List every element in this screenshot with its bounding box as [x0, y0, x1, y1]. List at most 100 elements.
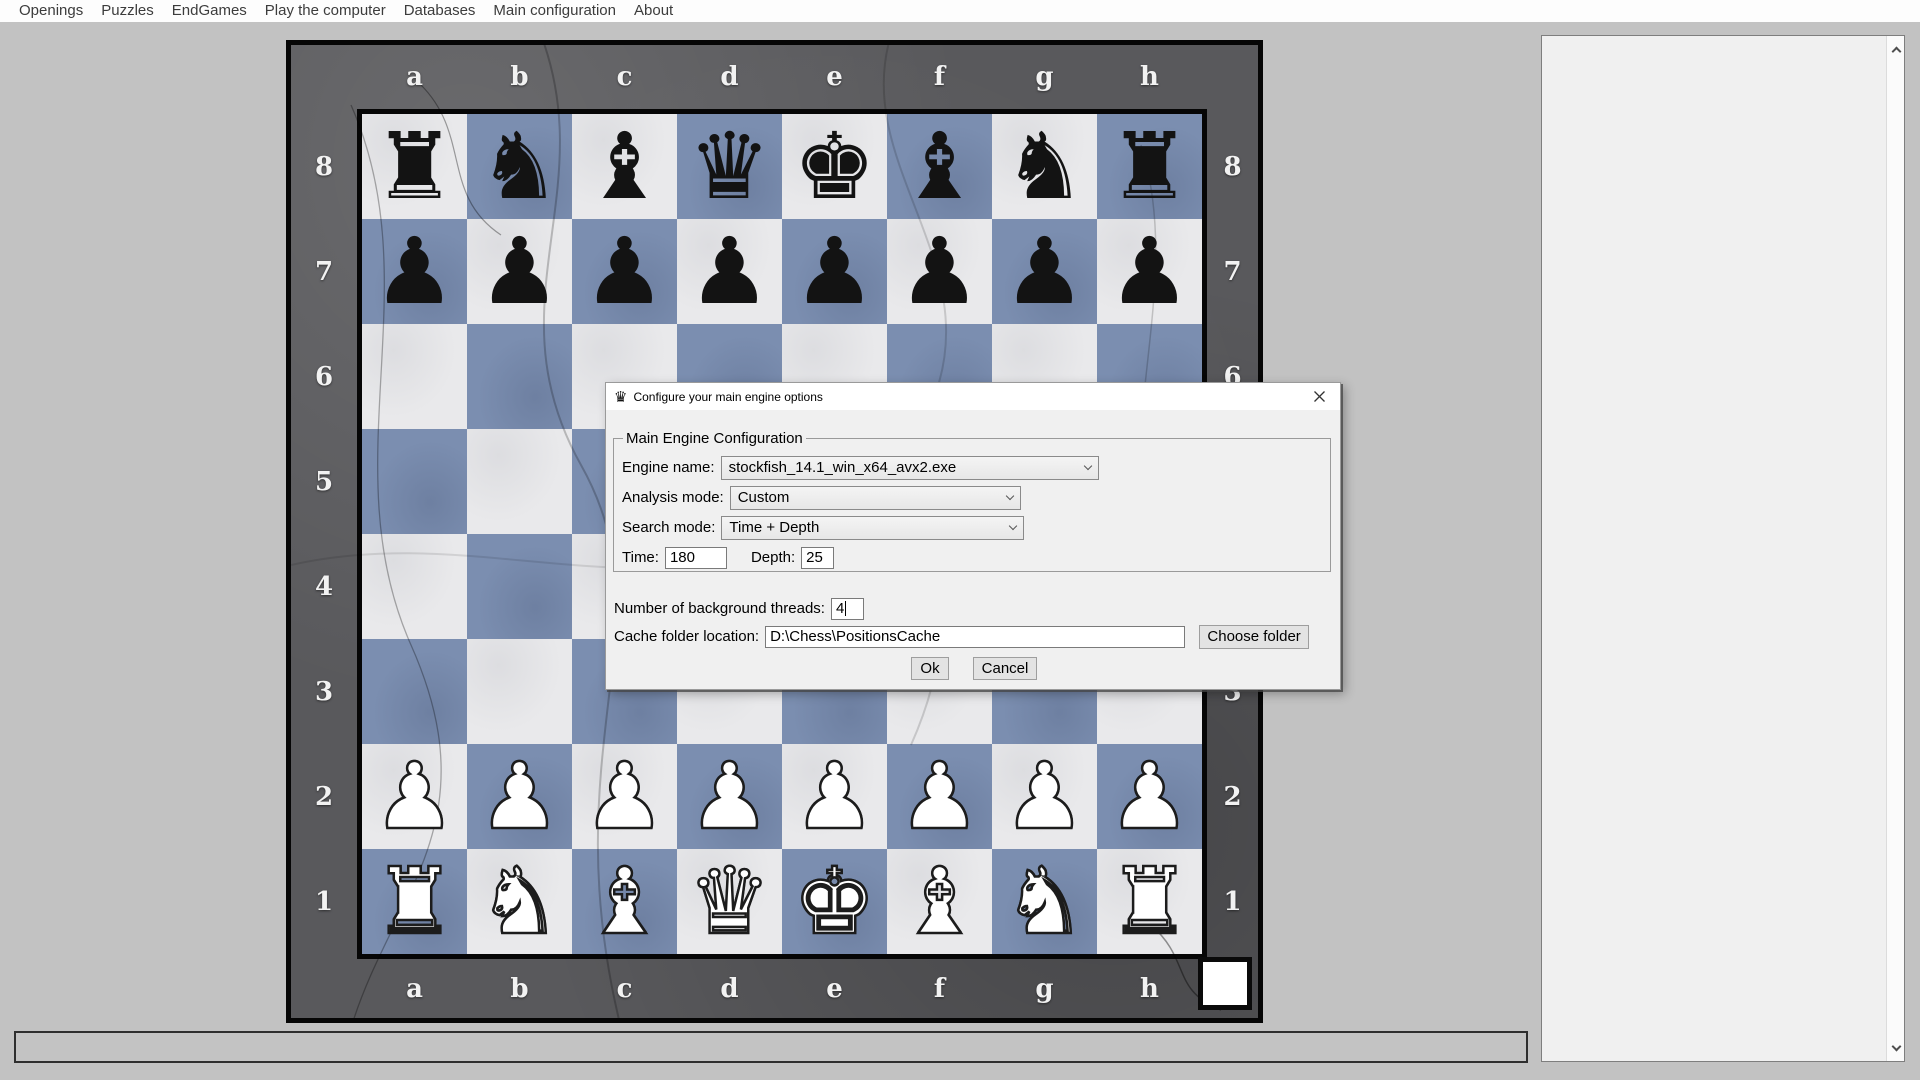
piece-black-pawn: ♟	[688, 219, 770, 324]
menu-item-play-the-computer[interactable]: Play the computer	[256, 0, 395, 22]
square-g8[interactable]: ♞	[992, 114, 1097, 219]
menu-item-databases[interactable]: Databases	[395, 0, 485, 22]
choose-folder-button[interactable]: Choose folder	[1199, 625, 1309, 649]
file-label-f: f	[887, 959, 992, 1018]
square-g2[interactable]: ♟	[992, 744, 1097, 849]
menu-item-endgames[interactable]: EndGames	[163, 0, 256, 22]
square-b2[interactable]: ♟	[467, 744, 572, 849]
threads-value: 4	[836, 600, 844, 617]
square-g1[interactable]: ♞	[992, 849, 1097, 954]
threads-input[interactable]: 4	[831, 598, 864, 620]
square-a3[interactable]	[362, 639, 467, 744]
analysis-mode-row: Analysis mode: Custom	[622, 485, 1322, 510]
cache-folder-input[interactable]: D:\Chess\PositionsCache	[765, 626, 1185, 648]
piece-black-pawn: ♟	[478, 219, 560, 324]
rank-label-1: 1	[291, 849, 357, 954]
time-depth-row: Time: 180 Depth: 25	[622, 545, 1322, 570]
square-b7[interactable]: ♟	[467, 219, 572, 324]
square-b8[interactable]: ♞	[467, 114, 572, 219]
square-c1[interactable]: ♝	[572, 849, 677, 954]
square-a2[interactable]: ♟	[362, 744, 467, 849]
time-value: 180	[670, 549, 695, 566]
square-c2[interactable]: ♟	[572, 744, 677, 849]
square-a4[interactable]	[362, 534, 467, 639]
square-c7[interactable]: ♟	[572, 219, 677, 324]
file-label-d: d	[677, 959, 782, 1018]
square-e2[interactable]: ♟	[782, 744, 887, 849]
square-f2[interactable]: ♟	[887, 744, 992, 849]
analysis-mode-value: Custom	[738, 489, 790, 506]
square-b1[interactable]: ♞	[467, 849, 572, 954]
rank-label-2: 2	[291, 744, 357, 849]
file-label-a: a	[362, 959, 467, 1018]
square-a7[interactable]: ♟	[362, 219, 467, 324]
search-mode-row: Search mode: Time + Depth	[622, 515, 1322, 540]
file-label-e: e	[782, 45, 887, 109]
rank-label-8: 8	[291, 114, 357, 219]
scroll-down-icon[interactable]	[1887, 1039, 1905, 1057]
group-title: Main Engine Configuration	[623, 430, 806, 447]
chevron-down-icon	[1009, 522, 1017, 530]
cache-folder-label: Cache folder location:	[614, 628, 759, 645]
rank-label-1: 1	[1207, 849, 1258, 954]
square-h1[interactable]: ♜	[1097, 849, 1202, 954]
scroll-up-icon[interactable]	[1887, 40, 1905, 58]
square-b3[interactable]	[467, 639, 572, 744]
depth-input[interactable]: 25	[801, 547, 834, 569]
square-d8[interactable]: ♛	[677, 114, 782, 219]
square-d2[interactable]: ♟	[677, 744, 782, 849]
square-a6[interactable]	[362, 324, 467, 429]
cancel-button[interactable]: Cancel	[973, 657, 1037, 680]
file-label-e: e	[782, 959, 887, 1018]
square-h8[interactable]: ♜	[1097, 114, 1202, 219]
piece-white-bishop: ♝	[583, 849, 665, 954]
analysis-mode-select[interactable]: Custom	[730, 486, 1021, 510]
square-a1[interactable]: ♜	[362, 849, 467, 954]
square-g7[interactable]: ♟	[992, 219, 1097, 324]
square-b6[interactable]	[467, 324, 572, 429]
search-mode-select[interactable]: Time + Depth	[721, 516, 1024, 540]
menu-item-openings[interactable]: Openings	[10, 0, 92, 22]
square-b5[interactable]	[467, 429, 572, 534]
dialog-titlebar[interactable]: ♛ Configure your main engine options	[606, 383, 1340, 410]
square-h2[interactable]: ♟	[1097, 744, 1202, 849]
engine-name-value: stockfish_14.1_win_x64_avx2.exe	[729, 459, 957, 476]
square-f8[interactable]: ♝	[887, 114, 992, 219]
notation-scrollbar[interactable]	[1886, 36, 1904, 1061]
menu-item-about[interactable]: About	[625, 0, 682, 22]
square-d7[interactable]: ♟	[677, 219, 782, 324]
square-h7[interactable]: ♟	[1097, 219, 1202, 324]
piece-white-pawn: ♟	[1108, 744, 1190, 849]
file-label-a: a	[362, 45, 467, 109]
rank-label-8: 8	[1207, 114, 1258, 219]
square-d1[interactable]: ♛	[677, 849, 782, 954]
square-f1[interactable]: ♝	[887, 849, 992, 954]
square-a5[interactable]	[362, 429, 467, 534]
search-mode-value: Time + Depth	[729, 519, 819, 536]
square-e7[interactable]: ♟	[782, 219, 887, 324]
square-b4[interactable]	[467, 534, 572, 639]
rank-label-2: 2	[1207, 744, 1258, 849]
engine-options-dialog: ♛ Configure your main engine options Mai…	[605, 382, 1341, 690]
piece-black-pawn: ♟	[373, 219, 455, 324]
square-a8[interactable]: ♜	[362, 114, 467, 219]
file-label-c: c	[572, 959, 677, 1018]
engine-name-select[interactable]: stockfish_14.1_win_x64_avx2.exe	[721, 456, 1099, 480]
piece-white-pawn: ♟	[793, 744, 875, 849]
file-labels-top: abcdefgh	[362, 45, 1202, 109]
menu-item-puzzles[interactable]: Puzzles	[92, 0, 163, 22]
square-f7[interactable]: ♟	[887, 219, 992, 324]
close-icon[interactable]	[1304, 385, 1334, 408]
time-input[interactable]: 180	[665, 547, 727, 569]
square-e1[interactable]: ♚	[782, 849, 887, 954]
piece-black-pawn: ♟	[1108, 219, 1190, 324]
threads-label: Number of background threads:	[614, 600, 825, 617]
main-engine-configuration-group: Main Engine Configuration Engine name: s…	[613, 430, 1331, 572]
piece-white-queen: ♛	[688, 849, 770, 954]
square-e8[interactable]: ♚	[782, 114, 887, 219]
file-label-h: h	[1097, 959, 1202, 1018]
square-c8[interactable]: ♝	[572, 114, 677, 219]
ok-button[interactable]: Ok	[911, 657, 949, 680]
menu-item-main-configuration[interactable]: Main configuration	[484, 0, 625, 22]
notation-panel	[1541, 35, 1905, 1062]
